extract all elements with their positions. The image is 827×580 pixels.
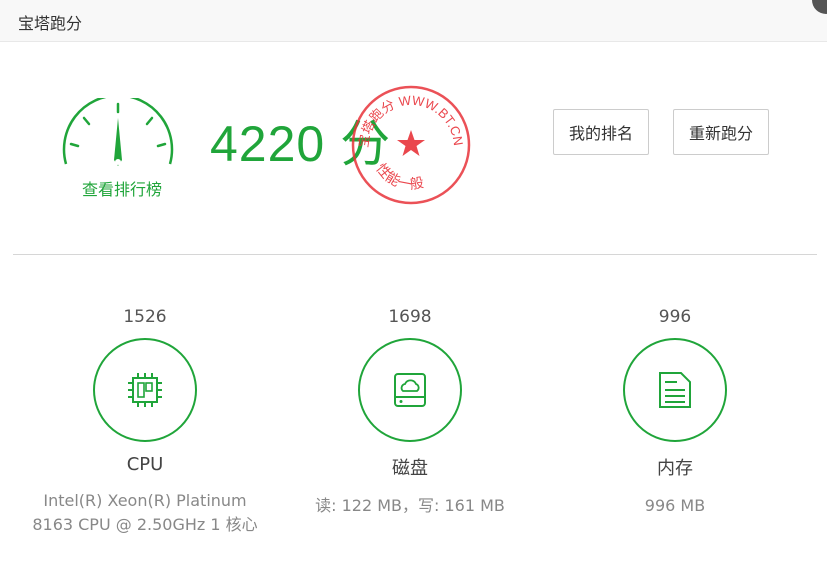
metric-cpu: 1526 CPU Intel(R) Xeon(R) Platinum 8163 … bbox=[25, 300, 265, 537]
cpu-score: 1526 bbox=[123, 307, 167, 327]
performance-stamp: 宝塔跑分 WWW.BT.CN 性能一般 bbox=[351, 85, 471, 205]
cpu-icon-circle bbox=[93, 338, 197, 442]
disk-icon-circle bbox=[358, 338, 462, 442]
cpu-detail: Intel(R) Xeon(R) Platinum 8163 CPU @ 2.5… bbox=[32, 491, 258, 534]
memory-detail: 996 MB bbox=[644, 496, 706, 515]
window-title: 宝塔跑分 bbox=[18, 14, 83, 33]
metric-disk: 1698 磁盘 读: 122 MB，写: 161 MB bbox=[290, 300, 530, 518]
cpu-label: CPU bbox=[126, 454, 164, 475]
stamp-bottom-text: 性能一般 bbox=[372, 161, 425, 193]
disk-detail: 读: 122 MB，写: 161 MB bbox=[315, 496, 505, 515]
my-rank-button[interactable]: 我的排名 bbox=[553, 109, 649, 155]
view-leaderboard-link[interactable]: 查看排行榜 bbox=[64, 176, 180, 200]
memory-label: 内存 bbox=[657, 458, 693, 479]
window-titlebar: 宝塔跑分 bbox=[0, 0, 827, 42]
disk-score: 1698 bbox=[388, 307, 432, 327]
metric-memory: 996 内存 996 MB bbox=[555, 300, 795, 518]
memory-doc-icon bbox=[659, 372, 691, 408]
disk-label: 磁盘 bbox=[392, 458, 428, 479]
cloud-drive-icon bbox=[394, 373, 426, 407]
divider bbox=[13, 254, 817, 255]
svg-text:性能一般: 性能一般 bbox=[372, 161, 425, 193]
cpu-chip-icon bbox=[128, 373, 162, 407]
memory-icon-circle bbox=[623, 338, 727, 442]
memory-score: 996 bbox=[658, 307, 692, 327]
rerun-benchmark-button[interactable]: 重新跑分 bbox=[673, 109, 769, 155]
speedometer-icon[interactable] bbox=[58, 98, 178, 178]
